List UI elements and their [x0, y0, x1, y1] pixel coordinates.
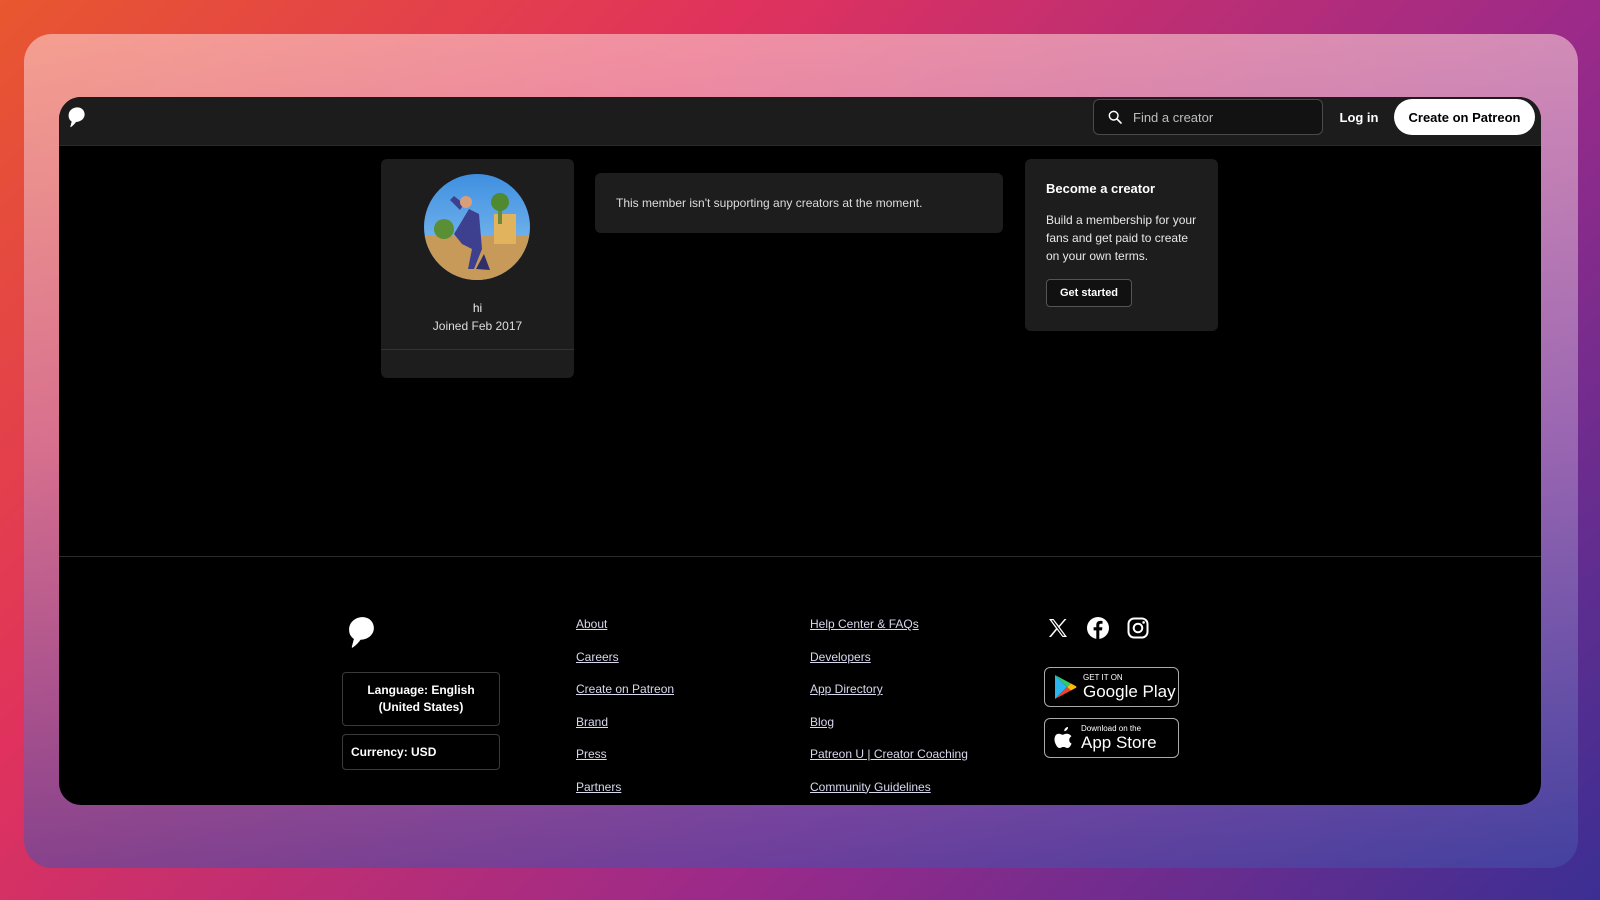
- footer-links-resources: Help Center & FAQs Developers App Direct…: [810, 616, 968, 805]
- footer-link-app-directory[interactable]: App Directory: [810, 681, 968, 714]
- footer-link-brand[interactable]: Brand: [576, 714, 674, 747]
- patreon-logo-icon[interactable]: [342, 615, 376, 649]
- footer-link-about[interactable]: About: [576, 616, 674, 649]
- become-creator-body: Build a membership for your fans and get…: [1046, 213, 1197, 263]
- footer-link-press[interactable]: Press: [576, 746, 674, 779]
- profile-divider: [381, 349, 574, 350]
- footer-link-create-on-patreon[interactable]: Create on Patreon: [576, 681, 674, 714]
- instagram-icon[interactable]: [1126, 616, 1150, 640]
- google-play-big-text: Google Play: [1083, 682, 1176, 701]
- social-links: [1046, 616, 1150, 640]
- currency-selector[interactable]: Currency: USD: [342, 734, 500, 770]
- footer-link-careers[interactable]: Careers: [576, 649, 674, 682]
- google-play-icon: [1055, 675, 1077, 699]
- footer-divider: [59, 556, 1541, 557]
- footer-links-company: About Careers Create on Patreon Brand Pr…: [576, 616, 674, 805]
- search-box[interactable]: [1093, 99, 1323, 135]
- google-play-badge[interactable]: GET IT ON Google Play: [1044, 667, 1179, 707]
- app-store-badge[interactable]: Download on the App Store: [1044, 718, 1179, 758]
- footer-link-blog[interactable]: Blog: [810, 714, 968, 747]
- facebook-icon[interactable]: [1086, 616, 1110, 640]
- top-nav-bar: Log in Create on Patreon: [59, 97, 1541, 146]
- apple-icon: [1054, 727, 1072, 748]
- footer-link-help-center[interactable]: Help Center & FAQs: [810, 616, 968, 649]
- search-input[interactable]: [1133, 109, 1303, 125]
- google-play-small-text: GET IT ON: [1083, 673, 1123, 682]
- avatar: [424, 174, 530, 280]
- avatar-image-icon: [424, 174, 530, 280]
- profile-joined-date: Joined Feb 2017: [432, 319, 523, 333]
- supporting-notice: This member isn't supporting any creator…: [595, 173, 1003, 233]
- footer-link-partners[interactable]: Partners: [576, 779, 674, 806]
- become-creator-title: Become a creator: [1046, 181, 1156, 196]
- language-selector[interactable]: Language: English (United States): [342, 672, 500, 726]
- x-icon[interactable]: [1046, 616, 1070, 640]
- browser-window: Log in Create on Patreon: [59, 97, 1541, 805]
- create-on-patreon-button[interactable]: Create on Patreon: [1394, 99, 1535, 135]
- search-icon: [1108, 110, 1122, 124]
- footer-link-patreon-u[interactable]: Patreon U | Creator Coaching: [810, 746, 968, 779]
- get-started-button[interactable]: Get started: [1046, 279, 1132, 307]
- footer-link-community-guidelines[interactable]: Community Guidelines: [810, 779, 968, 806]
- patreon-logo-icon[interactable]: [64, 106, 86, 128]
- become-creator-card: Become a creator Build a membership for …: [1025, 159, 1218, 331]
- login-link[interactable]: Log in: [1329, 99, 1389, 135]
- profile-card: hi Joined Feb 2017: [381, 159, 574, 378]
- profile-name: hi: [472, 301, 483, 315]
- footer-link-developers[interactable]: Developers: [810, 649, 968, 682]
- supporting-message: This member isn't supporting any creator…: [616, 196, 923, 210]
- app-store-small-text: Download on the: [1081, 724, 1142, 733]
- app-store-big-text: App Store: [1081, 733, 1157, 752]
